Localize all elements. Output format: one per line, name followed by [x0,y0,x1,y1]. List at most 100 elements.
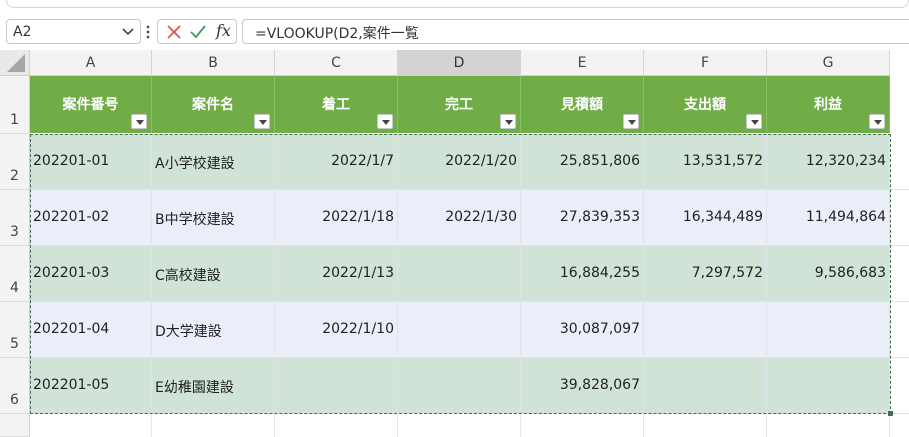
table-cell[interactable] [398,302,521,358]
table-cell[interactable]: 25,851,806 [521,134,644,190]
table-cell[interactable]: B中学校建設 [152,190,275,246]
column-header-f[interactable]: F [644,50,767,76]
table-cell[interactable]: 39,828,067 [521,358,644,414]
column-header-d[interactable]: D [398,50,521,76]
table-cell[interactable]: 30,087,097 [521,302,644,358]
dropdown-arrow-icon [259,120,267,125]
row-number: 6 [10,392,19,408]
table-header-cell[interactable]: 支出額 [644,76,767,133]
table-header-cell[interactable]: 見積額 [521,76,644,133]
cell-value: 202201-01 [33,153,110,169]
table-cell[interactable]: 13,531,572 [644,134,767,190]
table-header-cell[interactable]: 完工 [398,76,521,133]
table-cell[interactable] [398,246,521,302]
row-number: 2 [10,168,19,184]
chevron-down-icon[interactable] [121,23,135,39]
cell-value: 2022/1/18 [322,209,394,225]
table-cell[interactable]: 2022/1/30 [398,190,521,246]
table-cell[interactable]: 16,344,489 [644,190,767,246]
table-cell[interactable] [275,358,398,414]
table-cell[interactable]: D大学建設 [152,302,275,358]
column-header-e[interactable]: E [521,50,644,76]
table-header-cell[interactable]: 案件名 [152,76,275,133]
empty-cell[interactable] [30,414,152,437]
cell-value: 39,828,067 [559,377,640,393]
empty-cell[interactable] [152,414,275,437]
table-cell[interactable]: 2022/1/20 [398,134,521,190]
row-header-3[interactable]: 3 [0,190,30,246]
table-header-label: 完工 [445,97,473,113]
table-header-label: 案件番号 [62,97,119,113]
column-header-g[interactable]: G [767,50,890,76]
select-all-corner[interactable] [0,50,30,76]
row-header-2[interactable]: 2 [0,134,30,190]
table-cell[interactable]: 16,884,255 [521,246,644,302]
table-cell[interactable]: E幼稚園建設 [152,358,275,414]
table-cell[interactable]: 2022/1/10 [275,302,398,358]
table-header-cell[interactable]: 利益 [767,76,890,133]
cell-value: 27,839,353 [559,209,640,225]
table-cell[interactable]: 202201-03 [30,246,152,302]
table-cell[interactable] [767,358,890,414]
filter-dropdown-button[interactable] [746,114,762,129]
filter-dropdown-button[interactable] [254,114,270,129]
empty-cell[interactable] [644,414,767,437]
column-header-b[interactable]: B [152,50,275,76]
cell-value: 25,851,806 [559,153,640,169]
table-cell[interactable]: C高校建設 [152,246,275,302]
column-header-a[interactable]: A [30,50,152,76]
empty-cell[interactable] [767,414,890,437]
table-cell[interactable] [644,358,767,414]
dropdown-arrow-icon [505,120,513,125]
name-box[interactable]: A2 [6,19,141,44]
dropdown-arrow-icon [874,120,882,125]
formula-input[interactable]: =VLOOKUP(D2,案件一覧 [242,19,909,44]
row-header-next[interactable] [0,414,30,437]
cell-value: 2022/1/13 [322,265,394,281]
table-cell[interactable]: 202201-02 [30,190,152,246]
cell-value: 2022/1/10 [322,321,394,337]
table-cell[interactable]: 202201-01 [30,134,152,190]
filter-dropdown-button[interactable] [377,114,393,129]
filter-dropdown-button[interactable] [623,114,639,129]
column-header-c[interactable]: C [275,50,398,76]
confirm-check-icon[interactable] [190,25,206,39]
cell-value: 11,494,864 [805,209,886,225]
row-header-5[interactable]: 5 [0,302,30,358]
table-cell[interactable]: 11,494,864 [767,190,890,246]
table-cell[interactable]: 27,839,353 [521,190,644,246]
row-header-1[interactable]: 1 [0,76,30,134]
insert-function-icon[interactable]: fx [216,21,231,40]
filter-dropdown-button[interactable] [131,114,147,129]
table-cell[interactable]: 2022/1/18 [275,190,398,246]
table-cell[interactable]: 7,297,572 [644,246,767,302]
cell-value: 9,586,683 [814,265,886,281]
table-cell[interactable] [398,358,521,414]
row-header-6[interactable]: 6 [0,358,30,414]
table-cell[interactable]: 2022/1/7 [275,134,398,190]
table-header-cell[interactable]: 案件番号 [30,76,152,133]
cell-value: B中学校建設 [155,212,235,228]
filter-dropdown-button[interactable] [500,114,516,129]
table-cell[interactable] [767,302,890,358]
select-all-triangle-icon [7,54,25,72]
row-header-4[interactable]: 4 [0,246,30,302]
table-cell[interactable]: 12,320,234 [767,134,890,190]
more-options-icon[interactable] [146,24,150,40]
table-cell[interactable]: A小学校建設 [152,134,275,190]
table-cell[interactable]: 202201-05 [30,358,152,414]
ribbon-search-box[interactable] [6,0,909,8]
dropdown-arrow-icon [382,120,390,125]
empty-cell[interactable] [275,414,398,437]
empty-cell[interactable] [398,414,521,437]
cancel-x-icon[interactable] [167,25,181,39]
table-cell[interactable] [644,302,767,358]
filter-dropdown-button[interactable] [869,114,885,129]
cell-value: C高校建設 [155,268,221,284]
table-cell[interactable]: 2022/1/13 [275,246,398,302]
cell-value: 2022/1/7 [331,153,394,169]
table-header-cell[interactable]: 着工 [275,76,398,133]
table-cell[interactable]: 202201-04 [30,302,152,358]
empty-cell[interactable] [521,414,644,437]
table-cell[interactable]: 9,586,683 [767,246,890,302]
